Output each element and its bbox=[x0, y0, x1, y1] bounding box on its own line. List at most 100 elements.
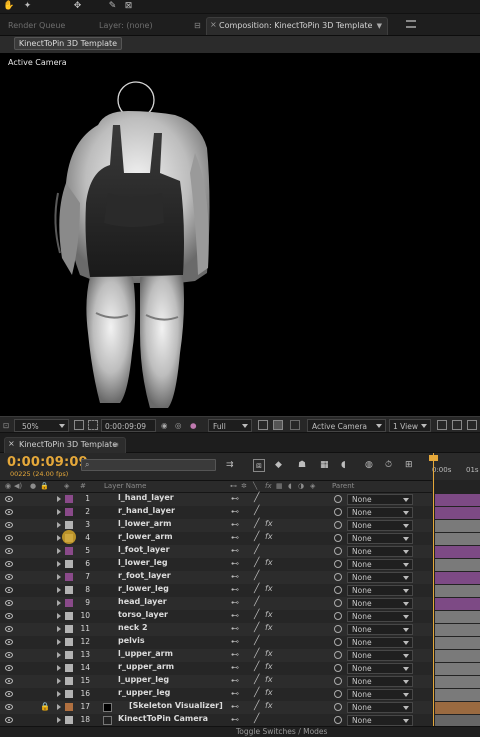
shy-switch-icon[interactable]: ⊷ bbox=[231, 585, 239, 594]
shy-switch-icon[interactable]: ⊷ bbox=[231, 624, 239, 633]
layer-name[interactable]: r_lower_leg bbox=[118, 584, 169, 593]
pick-whip-icon[interactable] bbox=[334, 638, 342, 646]
quality-switch-icon[interactable]: ╱ bbox=[254, 714, 259, 724]
hand-icon[interactable]: ✋ bbox=[3, 1, 14, 12]
effects-switch-icon[interactable]: fx bbox=[265, 623, 273, 632]
effects-switch-icon[interactable]: fx bbox=[265, 558, 273, 567]
tab-layer[interactable]: Layer: (none) bbox=[99, 19, 153, 33]
visibility-eye-icon[interactable] bbox=[5, 717, 13, 723]
pen-icon[interactable]: ✎ bbox=[107, 1, 118, 12]
label-color-swatch[interactable] bbox=[65, 651, 73, 659]
expand-triangle-icon[interactable] bbox=[57, 496, 61, 502]
expand-triangle-icon[interactable] bbox=[57, 652, 61, 658]
expand-triangle-icon[interactable] bbox=[57, 613, 61, 619]
quality-switch-icon[interactable]: ╱ bbox=[254, 662, 259, 672]
composition-mini-flowchart-icon[interactable]: ⇉ bbox=[226, 459, 234, 472]
camera-snapshot-icon[interactable]: ◉ bbox=[161, 420, 168, 431]
layer-row[interactable]: 4 r_lower_arm ⊷ ╱ fx None bbox=[0, 530, 480, 545]
quality-switch-icon[interactable]: ╱ bbox=[254, 519, 259, 529]
layer-duration-bar[interactable] bbox=[435, 533, 480, 545]
frame-blending-icon[interactable]: ▦ bbox=[320, 459, 329, 472]
parent-select[interactable]: None bbox=[347, 624, 413, 635]
expand-triangle-icon[interactable] bbox=[57, 639, 61, 645]
fx-switch-icon[interactable]: fx bbox=[265, 482, 272, 490]
layer-name[interactable]: l_lower_arm bbox=[118, 519, 171, 528]
quality-switch-icon[interactable]: ╱ bbox=[254, 675, 259, 685]
quality-switch-icon[interactable]: ╱ bbox=[254, 493, 259, 503]
view-layout-select[interactable]: 1 View bbox=[389, 419, 431, 432]
parent-select[interactable]: None bbox=[347, 676, 413, 687]
shy-switch-icon[interactable]: ⊷ bbox=[231, 663, 239, 672]
visibility-eye-icon[interactable] bbox=[5, 626, 13, 632]
pick-whip-icon[interactable] bbox=[334, 677, 342, 685]
shy-switch-icon[interactable]: ⊷ bbox=[231, 611, 239, 620]
current-time-field[interactable]: 0:00:09:09 bbox=[101, 419, 156, 432]
effects-switch-icon[interactable]: fx bbox=[265, 688, 273, 697]
tab-timeline[interactable]: × KinectToPin 3D Template ≡ bbox=[4, 437, 126, 453]
expand-triangle-icon[interactable] bbox=[57, 509, 61, 515]
shy-switch-icon[interactable]: ⊷ bbox=[231, 546, 239, 555]
quality-switch-icon[interactable]: ╱ bbox=[254, 649, 259, 659]
pick-whip-icon[interactable] bbox=[334, 690, 342, 698]
layer-name[interactable]: r_hand_layer bbox=[118, 506, 175, 515]
quality-switch-icon[interactable]: ╱ bbox=[254, 597, 259, 607]
layer-row[interactable]: 7 r_foot_layer ⊷ ╱ None bbox=[0, 571, 480, 584]
parent-select[interactable]: None bbox=[347, 689, 413, 700]
layer-row[interactable]: 5 l_foot_layer ⊷ ╱ None bbox=[0, 545, 480, 558]
parent-select[interactable]: None bbox=[347, 702, 413, 713]
parent-select[interactable]: None bbox=[347, 715, 413, 726]
rotate-icon[interactable]: ✦ bbox=[22, 1, 33, 12]
layer-name-column-header[interactable]: Layer Name bbox=[104, 482, 146, 490]
layer-name[interactable]: KinectToPin Camera bbox=[118, 714, 208, 723]
layer-row[interactable]: 8 r_lower_leg ⊷ ╱ fx None bbox=[0, 584, 480, 597]
layer-row[interactable]: 9 head_layer ⊷ ╱ None bbox=[0, 597, 480, 610]
expand-triangle-icon[interactable] bbox=[57, 574, 61, 580]
audio-column-icon[interactable]: ◀) bbox=[14, 482, 22, 490]
parent-select[interactable]: None bbox=[347, 598, 413, 609]
layer-duration-bar[interactable] bbox=[435, 520, 480, 532]
grid-icon[interactable] bbox=[74, 420, 84, 430]
quality-switch-icon[interactable]: ╱ bbox=[254, 701, 259, 711]
close-icon[interactable]: × bbox=[8, 439, 15, 448]
layer-search-input[interactable]: ⌕ bbox=[81, 459, 216, 471]
layer-name[interactable]: r_foot_layer bbox=[118, 571, 171, 580]
visibility-eye-icon[interactable] bbox=[5, 509, 13, 515]
label-color-swatch[interactable] bbox=[65, 573, 73, 581]
layer-name[interactable]: head_layer bbox=[118, 597, 167, 606]
label-color-swatch[interactable] bbox=[65, 560, 73, 568]
video-column-icon[interactable]: ◉ bbox=[5, 482, 11, 490]
parent-select[interactable]: None bbox=[347, 494, 413, 505]
layer-duration-bar[interactable] bbox=[435, 572, 480, 584]
pick-whip-icon[interactable] bbox=[334, 521, 342, 529]
parent-select[interactable]: None bbox=[347, 533, 413, 544]
3d-view-icon[interactable] bbox=[290, 420, 300, 430]
label-color-swatch[interactable] bbox=[65, 547, 73, 555]
quality-switch-icon[interactable]: ╱ bbox=[254, 571, 259, 581]
layer-row[interactable]: 🔒 17 [Skeleton Visualizer] ⊷ ╱ fx None bbox=[0, 701, 480, 714]
layer-duration-bar[interactable] bbox=[435, 611, 480, 623]
close-icon[interactable]: × bbox=[210, 20, 217, 29]
effects-switch-icon[interactable]: fx bbox=[265, 584, 273, 593]
pick-whip-icon[interactable] bbox=[334, 508, 342, 516]
expand-triangle-icon[interactable] bbox=[57, 548, 61, 554]
expand-triangle-icon[interactable] bbox=[57, 535, 61, 541]
label-color-swatch[interactable] bbox=[65, 521, 73, 529]
layer-duration-bar[interactable] bbox=[435, 689, 480, 701]
visibility-eye-icon[interactable] bbox=[5, 678, 13, 684]
effects-switch-icon[interactable]: fx bbox=[265, 649, 273, 658]
expand-triangle-icon[interactable] bbox=[57, 717, 61, 723]
visibility-eye-icon[interactable] bbox=[5, 652, 13, 658]
shy-switch-icon[interactable]: ⊷ bbox=[231, 637, 239, 646]
expand-triangle-icon[interactable] bbox=[57, 522, 61, 528]
shy-switch-icon[interactable]: ⊷ bbox=[231, 520, 239, 529]
quality-switch-icon[interactable]: ╱ bbox=[254, 623, 259, 633]
label-color-swatch[interactable] bbox=[65, 599, 73, 607]
label-color-swatch[interactable] bbox=[65, 612, 73, 620]
expand-triangle-icon[interactable] bbox=[57, 561, 61, 567]
quality-switch-icon[interactable]: ╱ bbox=[254, 558, 259, 568]
pick-whip-icon[interactable] bbox=[334, 547, 342, 555]
transparency-grid-icon[interactable] bbox=[273, 420, 283, 430]
visibility-eye-icon[interactable] bbox=[5, 639, 13, 645]
visibility-eye-icon[interactable] bbox=[5, 600, 13, 606]
pick-whip-icon[interactable] bbox=[334, 651, 342, 659]
